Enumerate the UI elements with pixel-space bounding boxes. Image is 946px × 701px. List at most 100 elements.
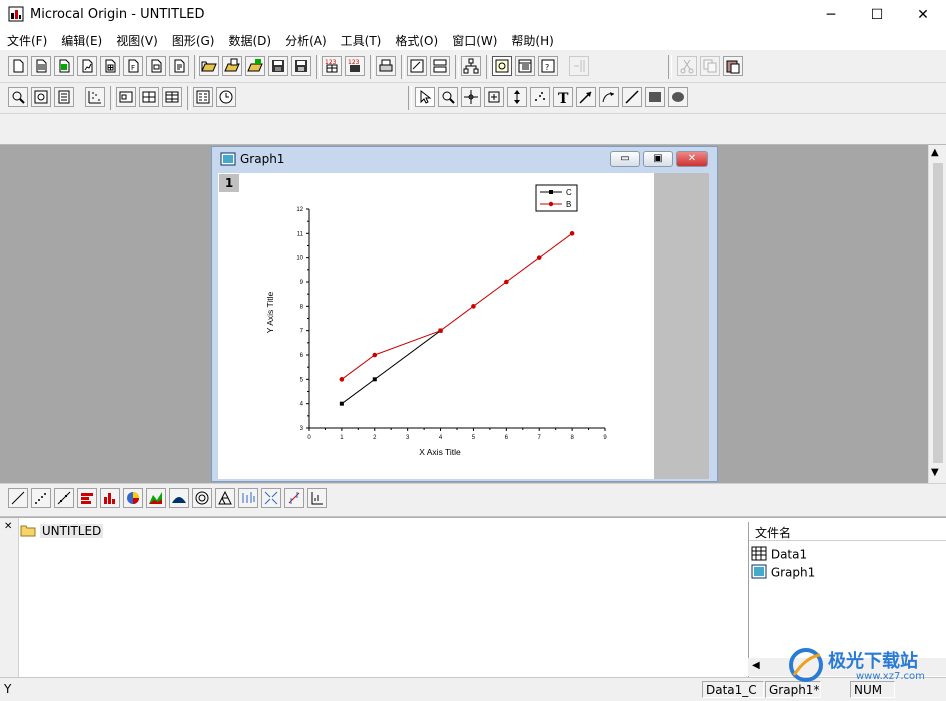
- draw-data-icon[interactable]: [530, 87, 550, 107]
- results-log-icon[interactable]: [492, 56, 512, 76]
- x-tick-label: 6: [505, 435, 509, 441]
- y-tick-label: 7: [300, 329, 304, 335]
- maximize-button[interactable]: ☐: [854, 0, 900, 30]
- text-tool-icon[interactable]: T: [553, 87, 573, 107]
- menu-analysis[interactable]: 分析(A): [278, 30, 334, 49]
- open-icon[interactable]: [199, 56, 219, 76]
- file-item-data1[interactable]: Data1: [751, 546, 807, 564]
- cut-icon[interactable]: [677, 56, 697, 76]
- origin-app-icon[interactable]: [8, 6, 24, 22]
- ternary-plot-icon[interactable]: [215, 488, 235, 508]
- line-tool-icon[interactable]: [622, 87, 642, 107]
- menu-data[interactable]: 数据(D): [221, 30, 278, 49]
- error-bar-icon[interactable]: [284, 488, 304, 508]
- rescale-icon[interactable]: [8, 87, 28, 107]
- open-template-icon[interactable]: [222, 56, 242, 76]
- screen-reader-icon[interactable]: [461, 87, 481, 107]
- file-list-header[interactable]: 文件名: [749, 522, 946, 541]
- minimize-button[interactable]: ─: [808, 0, 854, 30]
- hi-lo-close-icon[interactable]: [238, 488, 258, 508]
- code-builder-icon[interactable]: [515, 56, 535, 76]
- data-reader-icon[interactable]: [85, 87, 105, 107]
- graph-minimize-button[interactable]: ▭: [610, 151, 640, 167]
- arrow-tool-icon[interactable]: [576, 87, 596, 107]
- column-chart-icon[interactable]: [100, 488, 120, 508]
- menu-edit[interactable]: 编辑(E): [54, 30, 109, 49]
- new-matrix-icon[interactable]: [100, 56, 120, 76]
- refresh-icon[interactable]: [407, 56, 427, 76]
- fill-area-icon[interactable]: [169, 488, 189, 508]
- title-bar: Microcal Origin - UNTITLED ─ ☐ ✕: [0, 0, 946, 30]
- new-project-icon[interactable]: [8, 56, 28, 76]
- polar-plot-icon[interactable]: [192, 488, 212, 508]
- open-excel-icon[interactable]: [245, 56, 265, 76]
- line-symbol-plot-icon[interactable]: [54, 488, 74, 508]
- menu-view[interactable]: 视图(V): [109, 30, 165, 49]
- new-graph-icon[interactable]: [77, 56, 97, 76]
- import-ascii-icon[interactable]: 123: [322, 56, 342, 76]
- data-reader-tool-icon[interactable]: [484, 87, 504, 107]
- vector-plot-icon[interactable]: [261, 488, 281, 508]
- new-notes-icon[interactable]: [169, 56, 189, 76]
- graph-window[interactable]: Graph1 ▭ ▣ ✕ 1 0 1 2 3 4 5 6 7 8 9 3 4 5 6 7 8 9 10 11 12 X …: [211, 146, 718, 482]
- scatter-plot-icon[interactable]: [31, 488, 51, 508]
- print-icon[interactable]: [376, 56, 396, 76]
- window-title: Microcal Origin - UNTITLED: [30, 7, 205, 22]
- template-icon[interactable]: [307, 488, 327, 508]
- area-chart-icon[interactable]: [146, 488, 166, 508]
- svg-text:123: 123: [348, 59, 360, 66]
- explorer-dock-handle[interactable]: ✕: [0, 518, 19, 678]
- save-icon[interactable]: [268, 56, 288, 76]
- explorer-close-icon[interactable]: ✕: [4, 521, 12, 532]
- pie-chart-icon[interactable]: [123, 488, 143, 508]
- graph-restore-button[interactable]: ▣: [643, 151, 673, 167]
- menu-graph[interactable]: 图形(G): [165, 30, 222, 49]
- new-worksheet-icon[interactable]: [31, 56, 51, 76]
- folder-tree-item[interactable]: UNTITLED: [20, 523, 104, 540]
- rectangle-tool-icon[interactable]: [645, 87, 665, 107]
- scroll-up-icon[interactable]: ▲: [931, 147, 939, 158]
- layer-grid-icon[interactable]: [139, 87, 159, 107]
- line-chart[interactable]: 0 1 2 3 4 5 6 7 8 93456789101112X Axis TitleY Axi…: [218, 173, 654, 479]
- scroll-left-icon[interactable]: ◀: [752, 660, 760, 671]
- file-item-graph1[interactable]: Graph1: [751, 564, 815, 582]
- scroll-down-icon[interactable]: ▼: [931, 467, 939, 478]
- new-layout-icon[interactable]: [146, 56, 166, 76]
- close-button[interactable]: ✕: [900, 0, 946, 30]
- graph-close-button[interactable]: ✕: [676, 151, 708, 167]
- copy-icon[interactable]: [700, 56, 720, 76]
- duplicate-icon[interactable]: [430, 56, 450, 76]
- layer-single-icon[interactable]: [116, 87, 136, 107]
- add-column-icon[interactable]: [569, 56, 589, 76]
- menu-format[interactable]: 格式(O): [388, 30, 445, 49]
- line-plot-icon[interactable]: [8, 488, 28, 508]
- new-legend-icon[interactable]: [193, 87, 213, 107]
- y-tick-label: 12: [296, 207, 303, 213]
- data-selector-icon[interactable]: [507, 87, 527, 107]
- new-function-icon[interactable]: F: [123, 56, 143, 76]
- command-window-icon[interactable]: ?: [538, 56, 558, 76]
- graph-window-titlebar[interactable]: Graph1 ▭ ▣ ✕: [212, 147, 717, 171]
- import-multiple-icon[interactable]: 123: [345, 56, 365, 76]
- ellipse-tool-icon[interactable]: [668, 87, 688, 107]
- data-point-C: [372, 377, 377, 382]
- bar-chart-icon[interactable]: [77, 488, 97, 508]
- curved-arrow-icon[interactable]: [599, 87, 619, 107]
- menu-file[interactable]: 文件(F): [0, 30, 54, 49]
- zoom-tool-icon[interactable]: [438, 87, 458, 107]
- series-line-C: [341, 330, 441, 405]
- layer-multi-icon[interactable]: [162, 87, 182, 107]
- project-explorer-icon[interactable]: [461, 56, 481, 76]
- menu-tools[interactable]: 工具(T): [334, 30, 389, 49]
- menu-window[interactable]: 窗口(W): [445, 30, 504, 49]
- scroll-thumb[interactable]: [933, 163, 943, 463]
- workspace-vertical-scrollbar[interactable]: ▲ ▼: [928, 145, 946, 483]
- new-excel-icon[interactable]: [54, 56, 74, 76]
- paste-icon[interactable]: [723, 56, 743, 76]
- page-view-icon[interactable]: [54, 87, 74, 107]
- zoom-icon[interactable]: [31, 87, 51, 107]
- save-template-icon[interactable]: [291, 56, 311, 76]
- timestamp-icon[interactable]: [216, 87, 236, 107]
- menu-help[interactable]: 帮助(H): [504, 30, 560, 49]
- pointer-tool-icon[interactable]: [415, 87, 435, 107]
